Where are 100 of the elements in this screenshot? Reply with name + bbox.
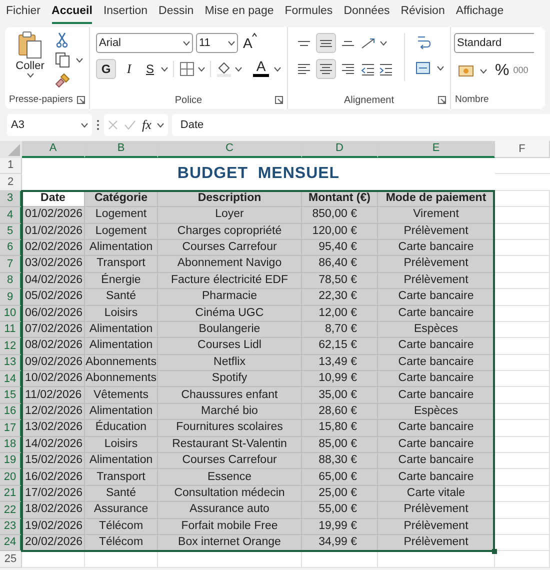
menu-tab[interactable]: Mise en page [204,2,274,24]
column-header[interactable]: A [22,141,85,158]
grow-font-button[interactable]: A [241,33,260,53]
table-cell[interactable]: Boulangerie [158,322,302,338]
row-header[interactable]: 1 [0,158,22,174]
column-header[interactable]: D [302,141,378,158]
scissors-icon[interactable] [55,32,69,48]
table-cell[interactable]: 10/02/2026 [22,371,85,388]
table-cell[interactable]: 22,30 € [302,289,378,306]
table-cell[interactable]: 850,00 € [302,207,378,224]
align-button[interactable] [316,59,336,79]
table-cell[interactable]: Vêtements [85,387,158,404]
table-cell[interactable]: 19,99 € [302,518,378,535]
table-cell[interactable]: 14/02/2026 [22,436,85,454]
table-cell[interactable]: Restaurant St-Valentin [158,436,302,454]
table-cell[interactable]: Assurance auto [158,502,302,519]
table-cell[interactable]: 04/02/2026 [22,272,85,290]
align-button[interactable] [316,33,336,53]
table-cell[interactable]: 12/02/2026 [22,404,85,420]
number-format-field[interactable]: Standard [454,33,534,53]
font-size-field[interactable]: 11 [196,33,238,53]
table-cell[interactable]: Prélèvement [378,256,495,273]
font-name-field[interactable]: Arial [96,33,193,53]
table-cell[interactable]: 01/02/2026 [22,224,85,240]
table-cell[interactable]: Consultation médecin [158,486,302,502]
table-cell[interactable]: Alimentation [85,322,158,338]
table-cell[interactable]: Alimentation [85,453,158,470]
font-color-button[interactable]: A [251,59,271,79]
menu-tab[interactable]: Accueil [52,2,92,24]
table-cell[interactable]: Santé [85,486,158,502]
table-cell[interactable]: Transport [85,469,158,486]
table-cell[interactable]: Prélèvement [378,272,495,290]
increase-indent-icon[interactable] [378,62,394,76]
row-header[interactable]: 10 [0,306,22,322]
table-cell[interactable]: 15/02/2026 [22,453,85,470]
copy-icon[interactable] [55,52,70,68]
menu-tab[interactable]: Affichage [456,2,504,24]
table-cell[interactable]: 08/02/2026 [22,338,85,355]
currency-icon[interactable] [458,64,476,78]
underline-button[interactable]: S [142,59,158,79]
table-cell[interactable]: 10,99 € [302,371,378,388]
formula-field[interactable]: Date [172,114,550,136]
table-cell[interactable]: 09/02/2026 [22,354,85,372]
column-header[interactable]: B [85,141,158,158]
select-all-corner[interactable] [0,141,22,158]
table-cell[interactable]: 65,00 € [302,469,378,486]
row-header[interactable]: 20 [0,469,22,486]
table-cell[interactable]: 02/02/2026 [22,240,85,256]
table-cell[interactable]: Abonnement Navigo [158,256,302,273]
table-cell[interactable]: Facture électricité EDF [158,272,302,290]
table-cell[interactable]: Espèces [378,404,495,420]
table-cell[interactable]: 12,00 € [302,306,378,322]
table-cell[interactable]: Marché bio [158,404,302,420]
table-cell[interactable]: Carte bancaire [378,371,495,388]
table-cell[interactable]: Santé [85,289,158,306]
menu-tab[interactable]: Dessin [158,2,194,24]
table-cell[interactable]: Pharmacie [158,289,302,306]
table-cell[interactable]: Abonnements [85,354,158,372]
row-header[interactable]: 2 [0,174,22,191]
table-cell[interactable]: 11/02/2026 [22,387,85,404]
table-cell[interactable]: Télécom [85,518,158,535]
paste-button[interactable]: Coller [11,31,49,91]
name-box[interactable]: A3 [7,114,92,136]
row-header[interactable]: 9 [0,289,22,306]
row-header[interactable]: 7 [0,256,22,273]
launcher-icon[interactable] [275,96,283,104]
table-cell[interactable]: 05/02/2026 [22,289,85,306]
table-cell[interactable]: Carte bancaire [378,289,495,306]
table-cell[interactable]: 28,60 € [302,404,378,420]
table-cell[interactable]: Courses Lidl [158,338,302,355]
table-cell[interactable]: Netflix [158,354,302,372]
table-cell[interactable]: Assurance [85,502,158,519]
table-cell[interactable]: Virement [378,207,495,224]
row-header[interactable]: 5 [0,224,22,240]
row-header[interactable]: 25 [0,551,22,568]
table-cell[interactable]: Chaussures enfant [158,387,302,404]
table-cell[interactable]: Cinéma UGC [158,306,302,322]
merge-cells-icon[interactable] [415,60,431,76]
brush-icon[interactable] [55,72,71,88]
table-cell[interactable]: Charges copropriété [158,224,302,240]
table-cell[interactable]: Carte bancaire [378,453,495,470]
launcher-icon[interactable] [77,96,85,104]
table-cell[interactable]: Spotify [158,371,302,388]
table-cell[interactable]: 01/02/2026 [22,207,85,224]
table-cell[interactable]: Courses Carrefour [158,240,302,256]
table-cell[interactable]: Carte bancaire [378,338,495,355]
table-cell[interactable]: Courses Carrefour [158,453,302,470]
cancel-icon[interactable] [108,120,118,130]
table-cell[interactable]: Forfait mobile Free [158,518,302,535]
table-cell[interactable]: Carte vitale [378,486,495,502]
table-cell[interactable]: Logement [85,224,158,240]
table-cell[interactable]: Fournitures scolaires [158,420,302,437]
table-cell[interactable]: 03/02/2026 [22,256,85,273]
table-cell[interactable]: 8,70 € [302,322,378,338]
table-cell[interactable]: 06/02/2026 [22,306,85,322]
borders-icon[interactable] [179,61,195,77]
row-header[interactable]: 4 [0,207,22,224]
row-header[interactable]: 14 [0,371,22,388]
table-cell[interactable]: 95,40 € [302,240,378,256]
menu-tab[interactable]: Révision [400,2,445,24]
